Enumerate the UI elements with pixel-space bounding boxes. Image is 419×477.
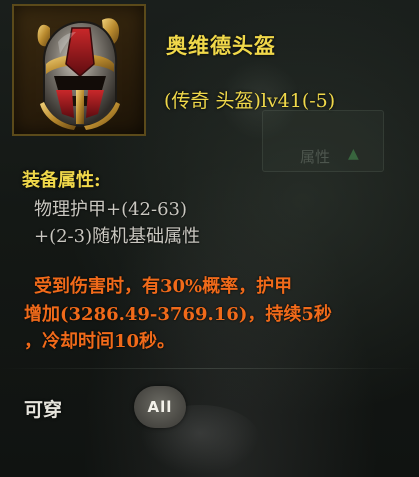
attribute-line: 物理护甲+(42-63) [34,199,188,220]
special-effect-line: 受到伤害时，有30%概率，护甲 [34,276,293,297]
class-badge-label: All [147,398,173,416]
helmet-icon [37,18,120,130]
item-tooltip: 属性 ▲ 奥维德头盔 (传奇 头盔)lv41(-5) 装备属性: 物理护甲+(4… [0,0,419,477]
background-attribute-label: 属性 [300,148,331,166]
special-effect-line: ，冷却时间10秒。 [24,331,176,352]
special-effect-line: 增加(3286.49-3769.16)，持续5秒 [24,304,332,325]
item-name: 奥维德头盔 [166,33,276,58]
item-type-level: (传奇 头盔)lv41(-5) [164,90,336,112]
wearable-label: 可穿 [24,399,63,421]
item-icon-frame [12,4,146,136]
attribute-line: +(2-3)随机基础属性 [34,226,201,247]
class-badge: All [134,386,186,428]
divider [0,368,419,369]
attributes-title: 装备属性: [22,170,101,191]
background-up-arrow-icon: ▲ [348,146,359,162]
